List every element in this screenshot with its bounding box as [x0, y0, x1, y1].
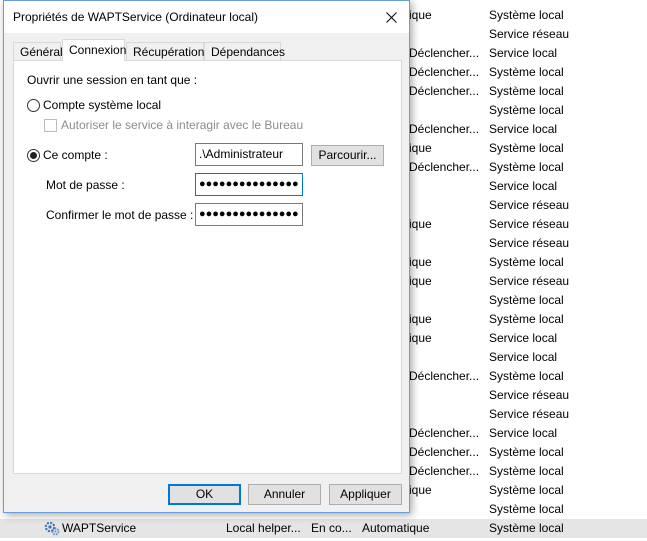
confirm-password-label: Confirmer le mot de passe : [46, 208, 194, 222]
service-logon-as: Système local [489, 293, 564, 307]
service-startup-type: ique [409, 8, 432, 22]
dialog-titlebar[interactable]: Propriétés de WAPTService (Ordinateur lo… [4, 1, 409, 33]
table-row-waptservice[interactable]: WAPTService Local helper... En co... Aut… [0, 519, 647, 538]
tab-recuperation[interactable]: Récupération [126, 42, 204, 61]
service-logon-as: Système local [489, 141, 564, 155]
service-logon-as: Système local [489, 65, 564, 79]
close-button[interactable] [373, 1, 409, 33]
service-startup-type: Déclencher... [409, 46, 480, 60]
service-startup-type: Déclencher... [409, 464, 480, 478]
cancel-button[interactable]: Annuler [248, 484, 321, 505]
apply-button[interactable]: Appliquer [329, 484, 402, 505]
service-startup-type: ique [409, 255, 432, 269]
gear-icon [44, 521, 60, 536]
account-field[interactable]: .\Administrateur [195, 143, 303, 166]
this-account-label[interactable]: Ce compte : [43, 148, 108, 162]
service-startup-type: Automatique [362, 521, 430, 535]
service-logon-as: Système local [489, 103, 564, 117]
tab-general[interactable]: Général [13, 42, 63, 61]
close-icon [385, 11, 397, 23]
service-startup-type: Déclencher... [409, 445, 480, 459]
service-startup-type: ique [409, 331, 432, 345]
service-logon-as: Service réseau [489, 217, 570, 231]
service-logon-as: Service réseau [489, 388, 570, 402]
service-logon-as: Service réseau [489, 27, 570, 41]
service-logon-as: Système local [489, 521, 564, 535]
interact-desktop-label: Autoriser le service à interagir avec le… [61, 118, 304, 132]
service-startup-type: Déclencher... [409, 426, 480, 440]
service-name: WAPTService [62, 521, 137, 535]
dialog-title: Propriétés de WAPTService (Ordinateur lo… [13, 10, 258, 24]
service-startup-type: ique [409, 217, 432, 231]
service-logon-as: Système local [489, 502, 564, 516]
service-logon-as: Système local [489, 8, 564, 22]
tab-connexion[interactable]: Connexion [62, 39, 126, 61]
password-label: Mot de passe : [46, 178, 125, 192]
browse-button[interactable]: Parcourir... [311, 145, 384, 166]
tab-dependances[interactable]: Dépendances [204, 42, 285, 61]
service-startup-type: Déclencher... [409, 122, 480, 136]
service-logon-as: Système local [489, 160, 564, 174]
password-field[interactable]: ●●●●●●●●●●●●●●● [195, 173, 303, 196]
service-logon-as: Système local [489, 445, 564, 459]
local-system-radio[interactable] [27, 99, 40, 112]
connexion-panel: Ouvrir une session en tant que : Compte … [13, 60, 402, 474]
service-logon-as: Service réseau [489, 407, 570, 421]
service-status: En co... [311, 521, 352, 535]
service-logon-as: Service local [489, 331, 558, 345]
service-logon-as: Service local [489, 426, 558, 440]
service-startup-type: ique [409, 312, 432, 326]
local-system-label[interactable]: Compte système local [43, 98, 161, 112]
service-startup-type: ique [409, 274, 432, 288]
service-startup-type: Déclencher... [409, 84, 480, 98]
ok-button[interactable]: OK [168, 484, 241, 505]
service-startup-type: Déclencher... [409, 369, 480, 383]
confirm-password-field[interactable]: ●●●●●●●●●●●●●●● [195, 203, 303, 226]
service-logon-as: Système local [489, 84, 564, 98]
properties-dialog: Propriétés de WAPTService (Ordinateur lo… [3, 0, 410, 513]
service-logon-as: Système local [489, 255, 564, 269]
this-account-radio[interactable] [27, 149, 40, 162]
service-logon-as: Service local [489, 179, 558, 193]
service-startup-type: ique [409, 483, 432, 497]
service-logon-as: Service local [489, 350, 558, 364]
service-logon-as: Service réseau [489, 274, 570, 288]
service-logon-as: Service réseau [489, 198, 570, 212]
service-logon-as: Système local [489, 369, 564, 383]
service-startup-type: ique [409, 141, 432, 155]
service-description: Local helper... [226, 521, 301, 535]
logon-as-label: Ouvrir une session en tant que : [27, 73, 198, 87]
service-logon-as: Service local [489, 46, 558, 60]
service-logon-as: Système local [489, 464, 564, 478]
service-logon-as: Service réseau [489, 236, 570, 250]
service-startup-type: Déclencher... [409, 160, 480, 174]
service-startup-type: Déclencher... [409, 65, 480, 79]
interact-desktop-checkbox[interactable] [44, 119, 57, 132]
service-logon-as: Système local [489, 312, 564, 326]
service-logon-as: Service local [489, 122, 558, 136]
service-logon-as: Système local [489, 483, 564, 497]
